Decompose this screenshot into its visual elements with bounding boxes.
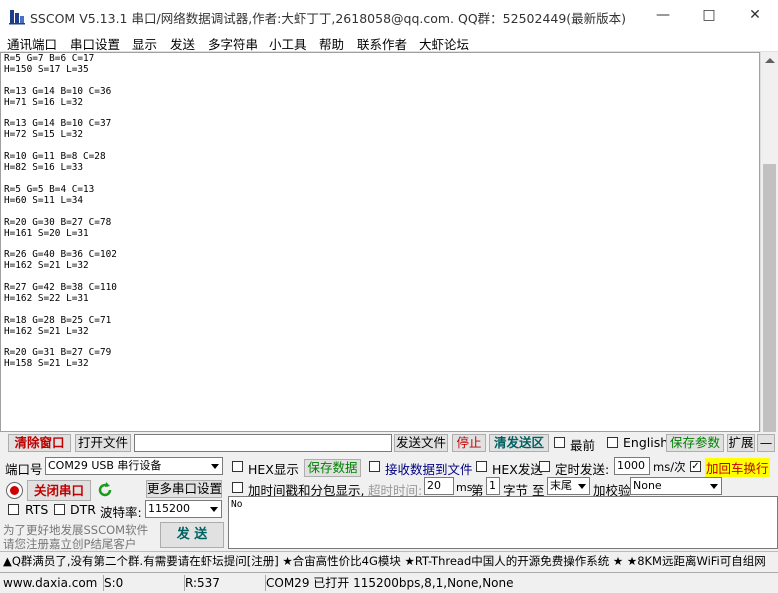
maximize-button[interactable]: □: [686, 0, 732, 32]
stop-button[interactable]: 停止: [452, 434, 486, 452]
expand-button[interactable]: 扩展: [727, 434, 755, 452]
hex-send-label: HEX发送: [492, 462, 543, 477]
status-sent: S:0: [101, 575, 185, 591]
timeout-unit: ms: [456, 481, 473, 494]
byte-index-input[interactable]: 1: [486, 477, 500, 495]
add-crlf-checkbox[interactable]: ✓: [690, 461, 701, 472]
topmost-checkbox[interactable]: [554, 437, 565, 448]
interval-input[interactable]: 1000: [614, 457, 650, 475]
timestamp-checkbox[interactable]: [232, 482, 243, 493]
dtr-label: DTR: [70, 502, 96, 517]
save-data-button[interactable]: 保存数据: [304, 459, 361, 477]
window-title: SSCOM V5.13.1 串口/网络数据调试器,作者:大虾丁丁,2618058…: [30, 11, 627, 26]
menu-send[interactable]: 发送: [170, 34, 195, 53]
receive-area[interactable]: R=5 G=7 B=6 C=17 H=150 S=17 L=35 R=13 G=…: [0, 52, 760, 432]
menu-display[interactable]: 显示: [132, 34, 157, 53]
menu-forum[interactable]: 大虾论坛: [419, 34, 469, 53]
baud-select[interactable]: 115200: [145, 500, 222, 518]
send-input[interactable]: No: [228, 496, 778, 549]
timed-send-checkbox[interactable]: [539, 461, 550, 472]
port-status-icon: [6, 482, 23, 499]
dtr-checkbox[interactable]: [54, 504, 65, 515]
clear-send-button[interactable]: 清发送区: [489, 434, 549, 452]
checksum-select[interactable]: None: [630, 477, 722, 495]
hex-display-label: HEX显示: [248, 462, 299, 477]
checksum-select-value: None: [633, 479, 662, 492]
menu-help[interactable]: 帮助: [319, 34, 344, 53]
refresh-icon[interactable]: [95, 480, 115, 500]
timeout-input[interactable]: 20: [424, 477, 454, 495]
menu-bar: 通讯端口 串口设置 显示 发送 多字符串 小工具 帮助 联系作者 大虾论坛: [0, 32, 778, 52]
end-select-value: 末尾: [550, 479, 572, 492]
status-received: R:537: [182, 575, 266, 591]
news-ticker[interactable]: ▲Q群满员了,没有第二个群.有需要请在虾坛提问[注册] ★合宙高性价比4G模块 …: [0, 551, 778, 571]
send-file-button[interactable]: 发送文件: [394, 434, 448, 452]
close-port-button[interactable]: 关闭串口: [27, 480, 91, 501]
interval-unit: ms/次: [653, 460, 686, 474]
chevron-down-icon: [210, 507, 218, 512]
english-label: English: [623, 435, 669, 450]
title-bar: SSCOM V5.13.1 串口/网络数据调试器,作者:大虾丁丁,2618058…: [0, 0, 778, 32]
menu-multi-string[interactable]: 多字符串: [208, 34, 258, 53]
collapse-button[interactable]: —: [757, 434, 775, 452]
rts-checkbox[interactable]: [8, 504, 19, 515]
baud-select-value: 115200: [148, 502, 190, 515]
timed-send-label: 定时发送:: [555, 462, 610, 477]
recv-to-file-checkbox[interactable]: [369, 461, 380, 472]
receive-text: R=5 G=7 B=6 C=17 H=150 S=17 L=35 R=13 G=…: [4, 53, 117, 370]
status-port-state: COM29 已打开 115200bps,8,1,None,None: [266, 576, 514, 590]
add-crlf-label: 加回车换行: [705, 458, 770, 477]
menu-contact-author[interactable]: 联系作者: [357, 34, 407, 53]
english-checkbox[interactable]: [607, 437, 618, 448]
chevron-down-icon: [710, 484, 718, 489]
scroll-up-arrow-icon[interactable]: [765, 58, 775, 63]
menu-comm-port[interactable]: 通讯端口: [7, 34, 57, 53]
file-path-input[interactable]: [134, 434, 392, 452]
send-button[interactable]: 发 送: [160, 522, 224, 548]
promo-line-2: 请您注册嘉立创P结尾客户: [3, 537, 137, 551]
port-label: 端口号: [5, 462, 43, 477]
port-select[interactable]: COM29 USB 串行设备: [45, 457, 223, 475]
scrollbar-thumb[interactable]: [763, 164, 776, 432]
chevron-down-icon: [578, 484, 586, 489]
menu-serial-settings[interactable]: 串口设置: [70, 34, 120, 53]
port-select-value: COM29 USB 串行设备: [48, 459, 162, 472]
save-params-button[interactable]: 保存参数: [666, 434, 724, 452]
menu-tools[interactable]: 小工具: [269, 34, 307, 53]
rts-label: RTS: [25, 502, 49, 517]
status-url[interactable]: www.daxia.com: [0, 575, 104, 591]
recv-to-file-label[interactable]: 接收数据到文件: [385, 459, 473, 478]
baud-label: 波特率:: [100, 505, 142, 520]
hex-display-checkbox[interactable]: [232, 461, 243, 472]
more-settings-button[interactable]: 更多串口设置: [146, 480, 222, 498]
receive-scrollbar[interactable]: [760, 52, 778, 432]
end-select[interactable]: 末尾: [547, 477, 590, 495]
hex-send-checkbox[interactable]: [476, 461, 487, 472]
chevron-down-icon: [211, 464, 219, 469]
app-logo-icon: [8, 7, 26, 25]
minimize-button[interactable]: —: [640, 0, 686, 32]
clear-window-button[interactable]: 清除窗口: [8, 434, 71, 452]
status-bar: www.daxia.com S:0 R:537 COM29 已打开 115200…: [0, 572, 778, 593]
open-file-button[interactable]: 打开文件: [75, 434, 131, 452]
topmost-label: 最前: [570, 438, 596, 453]
close-button[interactable]: ✕: [732, 0, 778, 32]
